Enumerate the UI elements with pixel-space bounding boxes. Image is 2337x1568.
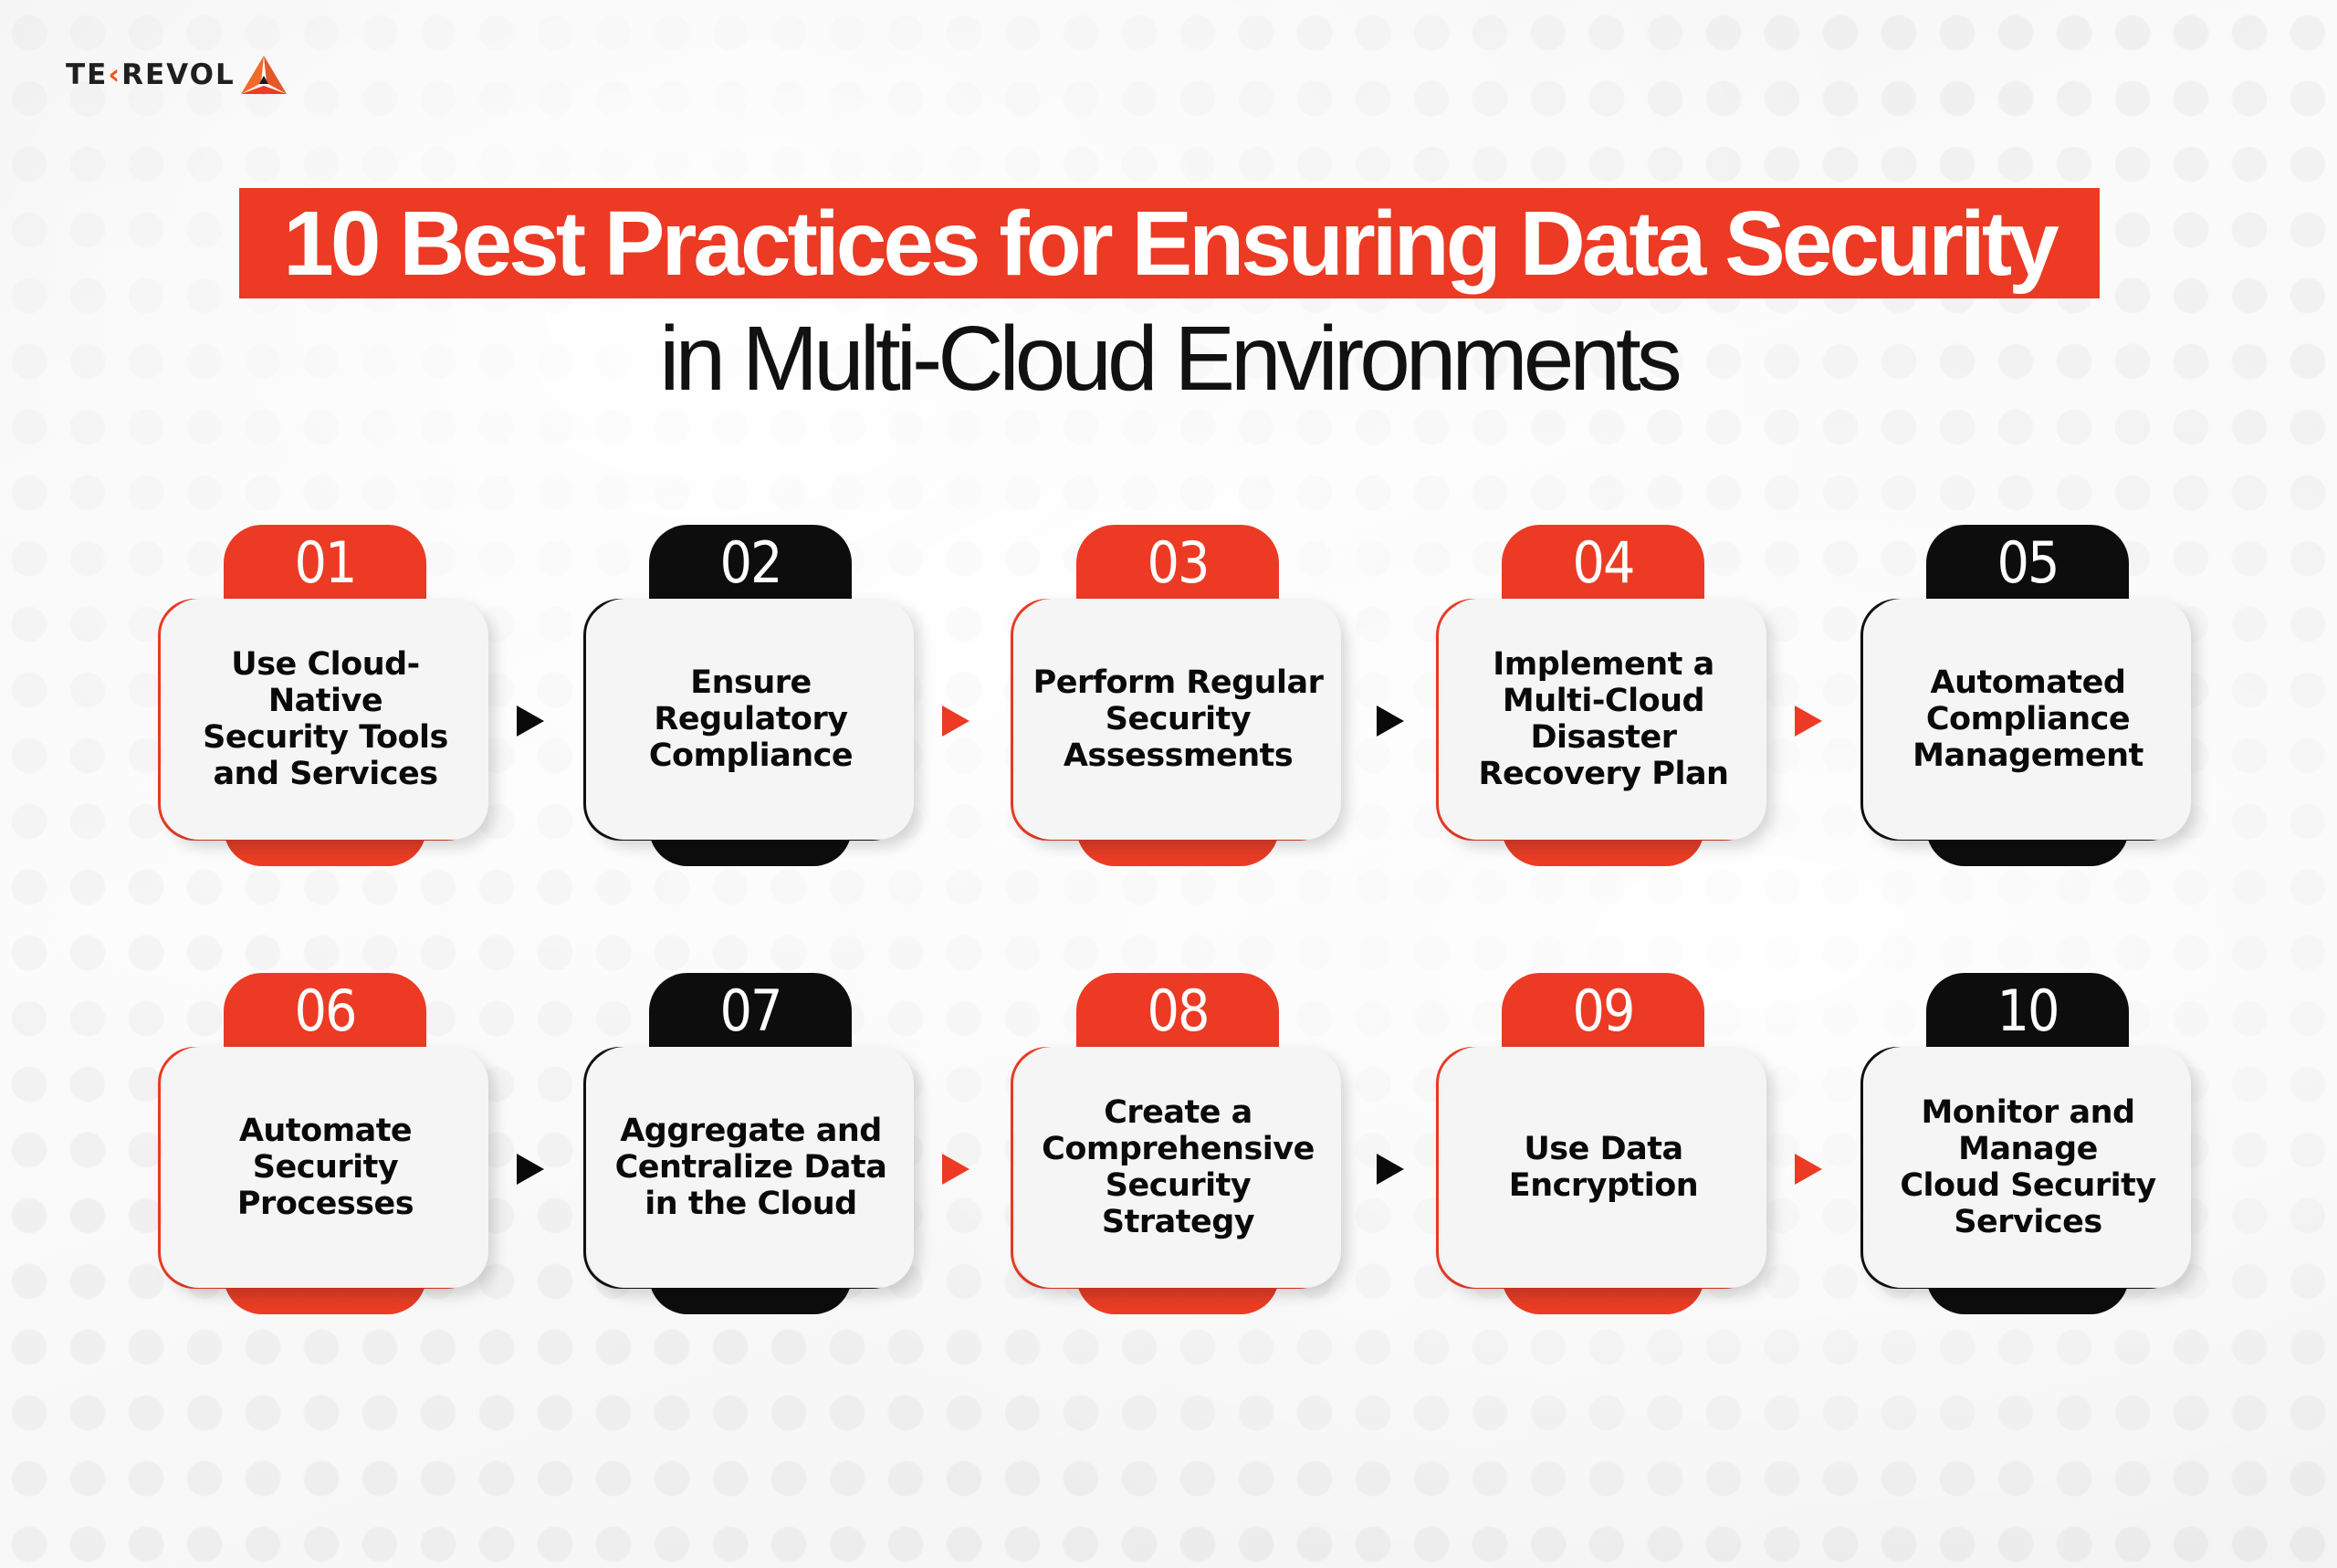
- step-number: 10: [1996, 977, 2060, 1044]
- step-card-01: 01 Use Cloud-Native Security Tools and S…: [158, 525, 505, 868]
- step-label: Automate Security Processes: [236, 1113, 414, 1222]
- step-label: Use Data Encryption: [1508, 1131, 1699, 1204]
- step-number: 05: [1996, 529, 2060, 596]
- logo-text-accent: ‹: [108, 57, 122, 91]
- arrow-right-icon: [1377, 1154, 1404, 1185]
- step-number: 03: [1147, 529, 1210, 596]
- logo-text-prefix: TE: [66, 57, 109, 91]
- title-banner: 10 Best Practices for Ensuring Data Secu…: [239, 188, 2100, 298]
- triangle-logo-icon: [240, 56, 287, 94]
- step-card-06: 06 Automate Security Processes: [158, 973, 505, 1316]
- arrow-right-icon: [942, 1154, 969, 1185]
- step-number: 07: [719, 977, 783, 1044]
- step-label: Monitor and Manage Cloud Security Servic…: [1900, 1094, 2156, 1240]
- step-card-body: Automated Compliance Management: [1865, 599, 2191, 840]
- arrow-right-icon: [1377, 706, 1404, 737]
- step-number: 08: [1147, 977, 1210, 1044]
- step-label: Implement a Multi-Cloud Disaster Recover…: [1478, 646, 1729, 792]
- step-card-body: Implement a Multi-Cloud Disaster Recover…: [1441, 599, 1766, 840]
- arrow-right-icon: [942, 706, 969, 737]
- step-card-body: Use Data Encryption: [1441, 1047, 1766, 1288]
- step-label: Use Cloud-Native Security Tools and Serv…: [203, 646, 448, 792]
- step-number: 01: [294, 529, 358, 596]
- step-card-09: 09 Use Data Encryption: [1436, 973, 1783, 1316]
- step-card-body: Automate Security Processes: [162, 1047, 488, 1288]
- step-card-body: Perform Regular Security Assessments: [1015, 599, 1341, 840]
- step-label: Ensure Regulatory Compliance: [648, 664, 854, 774]
- step-card-08: 08 Create a Comprehensive Security Strat…: [1011, 973, 1357, 1316]
- step-card-02: 02 Ensure Regulatory Compliance: [583, 525, 930, 868]
- step-number: 04: [1572, 529, 1636, 596]
- step-label: Automated Compliance Management: [1913, 664, 2143, 774]
- logo-text-suffix: REVOL: [121, 57, 236, 91]
- step-card-body: Ensure Regulatory Compliance: [588, 599, 914, 840]
- step-card-body: Use Cloud-Native Security Tools and Serv…: [162, 599, 488, 840]
- step-card-body: Monitor and Manage Cloud Security Servic…: [1865, 1047, 2191, 1288]
- tekrevol-logo: TE‹REVOL: [66, 55, 287, 95]
- arrow-right-icon: [517, 1154, 544, 1185]
- page-subtitle: in Multi-Cloud Environments: [659, 308, 1682, 410]
- step-label: Perform Regular Security Assessments: [1032, 664, 1324, 774]
- step-card-04: 04 Implement a Multi-Cloud Disaster Reco…: [1436, 525, 1783, 868]
- step-label: Aggregate and Centralize Data in the Clo…: [614, 1113, 887, 1222]
- step-label: Create a Comprehensive Security Strategy: [1042, 1094, 1315, 1240]
- step-number: 09: [1572, 977, 1636, 1044]
- arrow-right-icon: [1795, 706, 1822, 737]
- step-card-body: Aggregate and Centralize Data in the Clo…: [588, 1047, 914, 1288]
- step-card-03: 03 Perform Regular Security Assessments: [1011, 525, 1357, 868]
- logo-wordmark: TE‹REVOL: [66, 57, 236, 91]
- step-card-body: Create a Comprehensive Security Strategy: [1015, 1047, 1341, 1288]
- step-number: 06: [294, 977, 358, 1044]
- step-number: 02: [719, 529, 783, 596]
- page-title: 10 Best Practices for Ensuring Data Secu…: [283, 192, 2059, 295]
- step-card-10: 10 Monitor and Manage Cloud Security Ser…: [1860, 973, 2207, 1316]
- arrow-right-icon: [517, 706, 544, 737]
- step-card-07: 07 Aggregate and Centralize Data in the …: [583, 973, 930, 1316]
- step-card-05: 05 Automated Compliance Management: [1860, 525, 2207, 868]
- arrow-right-icon: [1795, 1154, 1822, 1185]
